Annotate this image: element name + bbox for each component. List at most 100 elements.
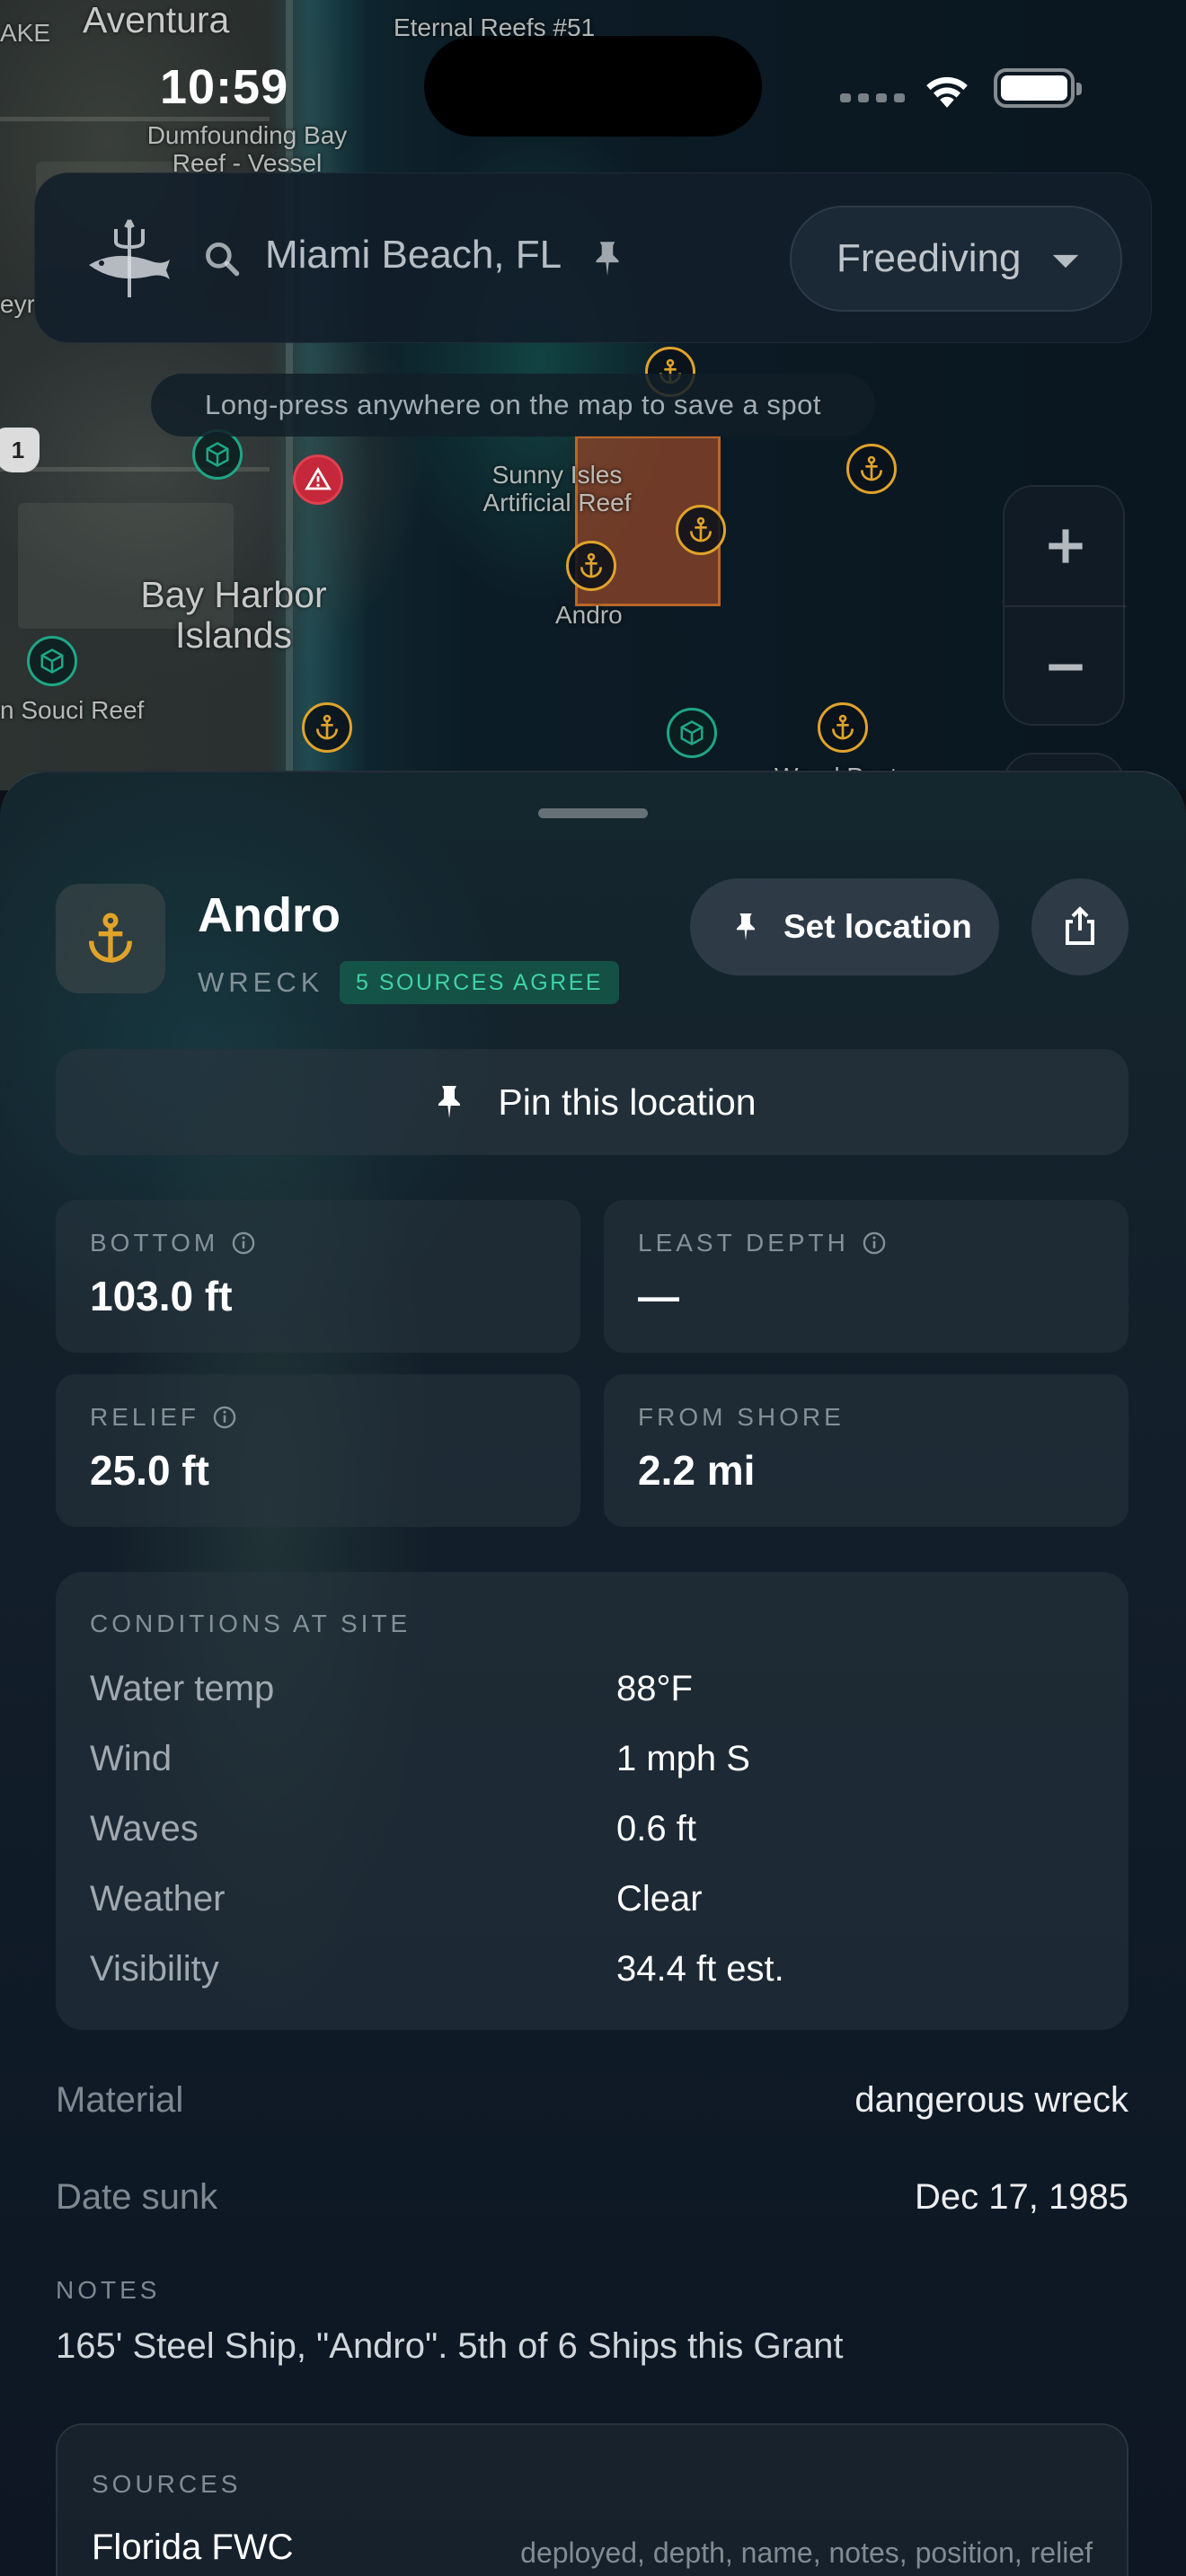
anchor-marker[interactable] (818, 702, 868, 753)
stat-from-shore: FROM SHORE 2.2 mi (604, 1374, 1128, 1527)
zoom-out-button[interactable] (1005, 607, 1127, 728)
stat-bottom-label-row: BOTTOM (90, 1229, 256, 1257)
sources-card: SOURCES Florida FWC deployed, depth, nam… (56, 2423, 1128, 2576)
reef-cube-icon (680, 720, 704, 745)
condition-value: 0.6 ft (616, 1809, 696, 1848)
stat-label: FROM SHORE (638, 1403, 845, 1431)
sheet-grabber[interactable] (538, 808, 648, 818)
pin-location-label: Pin this location (498, 1081, 757, 1123)
conditions-header: CONDITIONS AT SITE (90, 1610, 412, 1637)
search-input[interactable]: Miami Beach, FL (265, 233, 562, 278)
condition-key: Waves (90, 1809, 199, 1848)
plus-icon (1049, 529, 1083, 563)
stat-value: 103.0 ft (90, 1273, 233, 1319)
stat-label: RELIEF (90, 1403, 200, 1431)
search-icon (206, 243, 240, 277)
anchor-marker[interactable] (676, 505, 726, 555)
chevron-down-icon (1052, 254, 1079, 269)
anchor-icon (89, 913, 132, 963)
status-time: 10:59 (160, 60, 289, 114)
reef-cube-icon (206, 442, 229, 467)
material-value: dangerous wreck (854, 2080, 1128, 2120)
pin-icon[interactable] (585, 236, 630, 281)
map-hint: Long-press anywhere on the map to save a… (151, 374, 875, 437)
info-icon[interactable] (212, 1405, 237, 1430)
highway-shield: 1 (0, 428, 40, 472)
stat-value: — (638, 1273, 679, 1319)
stat-bottom: BOTTOM 103.0 ft (56, 1200, 580, 1353)
condition-row: Water temp 88°F (90, 1669, 1096, 1723)
reef-cube-icon (40, 648, 64, 674)
info-icon[interactable] (862, 1231, 887, 1256)
map-label-souci: n Souci Reef (0, 696, 145, 724)
condition-key: Wind (90, 1739, 173, 1778)
set-location-label: Set location (783, 908, 972, 945)
map-label-bay-harbor: Bay Harbor Islands (140, 574, 327, 657)
battery-icon (994, 68, 1082, 108)
stat-label: LEAST DEPTH (638, 1229, 849, 1257)
date-sunk-label: Date sunk (56, 2177, 218, 2217)
stat-relief-label-row: RELIEF (90, 1403, 237, 1432)
pin-icon (438, 1086, 461, 1118)
anchor-icon (580, 552, 602, 578)
spot-type-badge (56, 884, 165, 993)
wifi-icon (926, 76, 968, 108)
reef-marker[interactable] (667, 708, 717, 758)
anchor-icon (832, 714, 854, 740)
material-row: Material dangerous wreck (56, 2080, 1128, 2134)
stat-least-depth-label-row: LEAST DEPTH (638, 1229, 887, 1257)
reef-marker[interactable] (27, 636, 77, 686)
condition-key: Weather (90, 1879, 226, 1919)
conditions-card: CONDITIONS AT SITE Water temp 88°F Wind … (56, 1572, 1128, 2030)
map-label-dumfounding: Dumfounding Bay Reef - Vessel (146, 121, 348, 177)
search-bar: Miami Beach, FL Freediving (34, 172, 1152, 343)
map-label-eyr: eyr (0, 290, 35, 318)
spot-title: Andro (198, 888, 341, 942)
anchor-marker-selected[interactable] (566, 541, 616, 591)
zoom-control (1003, 485, 1127, 728)
set-location-button[interactable]: Set location (690, 878, 999, 975)
map-label-aventura: Aventura (83, 0, 230, 40)
condition-row: Wind 1 mph S (90, 1739, 1096, 1793)
anchor-icon (861, 455, 882, 481)
source-fields: deployed, depth, name, notes, position, … (520, 2536, 1093, 2569)
date-sunk-row: Date sunk Dec 17, 1985 (56, 2177, 1128, 2231)
condition-row: Waves 0.6 ft (90, 1809, 1096, 1863)
material-label: Material (56, 2080, 184, 2120)
activity-mode-dropdown[interactable]: Freediving (790, 206, 1122, 312)
map-label-sunny-isles: Sunny Isles Artificial Reef (482, 461, 632, 516)
stat-label: BOTTOM (90, 1229, 219, 1257)
stat-relief: RELIEF 25.0 ft (56, 1374, 580, 1527)
spot-detail-sheet: Andro WRECK 5 SOURCES AGREE Set location… (0, 771, 1186, 2576)
sources-agree-badge: 5 SOURCES AGREE (340, 961, 620, 1004)
condition-value: Clear (616, 1879, 703, 1919)
reef-marker[interactable] (192, 429, 243, 480)
condition-value: 88°F (616, 1669, 693, 1708)
date-sunk-value: Dec 17, 1985 (915, 2177, 1128, 2217)
trident-fish-logo (89, 219, 170, 297)
share-button[interactable] (1031, 878, 1128, 975)
notes-label: NOTES (56, 2276, 161, 2304)
anchor-marker[interactable] (846, 444, 897, 494)
anchor-marker[interactable] (302, 702, 352, 753)
stat-from-shore-label-row: FROM SHORE (638, 1403, 845, 1432)
condition-row: Weather Clear (90, 1879, 1096, 1933)
stat-value: 25.0 ft (90, 1447, 209, 1494)
spot-type: WRECK (198, 966, 324, 998)
info-icon[interactable] (231, 1231, 256, 1256)
hazard-triangle-icon (305, 467, 332, 490)
hazard-marker[interactable] (293, 454, 343, 505)
sources-header: SOURCES (92, 2470, 242, 2498)
map-view[interactable]: Aventura AKE Eternal Reefs #51 Dumfoundi… (0, 0, 1186, 790)
zoom-in-button[interactable] (1005, 487, 1127, 607)
condition-row: Visibility 34.4 ft est. (90, 1949, 1096, 2003)
condition-key: Visibility (90, 1949, 219, 1989)
condition-value: 34.4 ft est. (616, 1949, 784, 1989)
highway-number: 1 (11, 436, 25, 463)
pin-location-button[interactable]: Pin this location (56, 1049, 1128, 1155)
source-name: Florida FWC (92, 2527, 294, 2567)
condition-value: 1 mph S (616, 1739, 750, 1778)
map-label-ake: AKE (0, 19, 51, 47)
stat-value: 2.2 mi (638, 1447, 756, 1494)
notes-text: 165' Steel Ship, "Andro". 5th of 6 Ships… (56, 2326, 844, 2366)
